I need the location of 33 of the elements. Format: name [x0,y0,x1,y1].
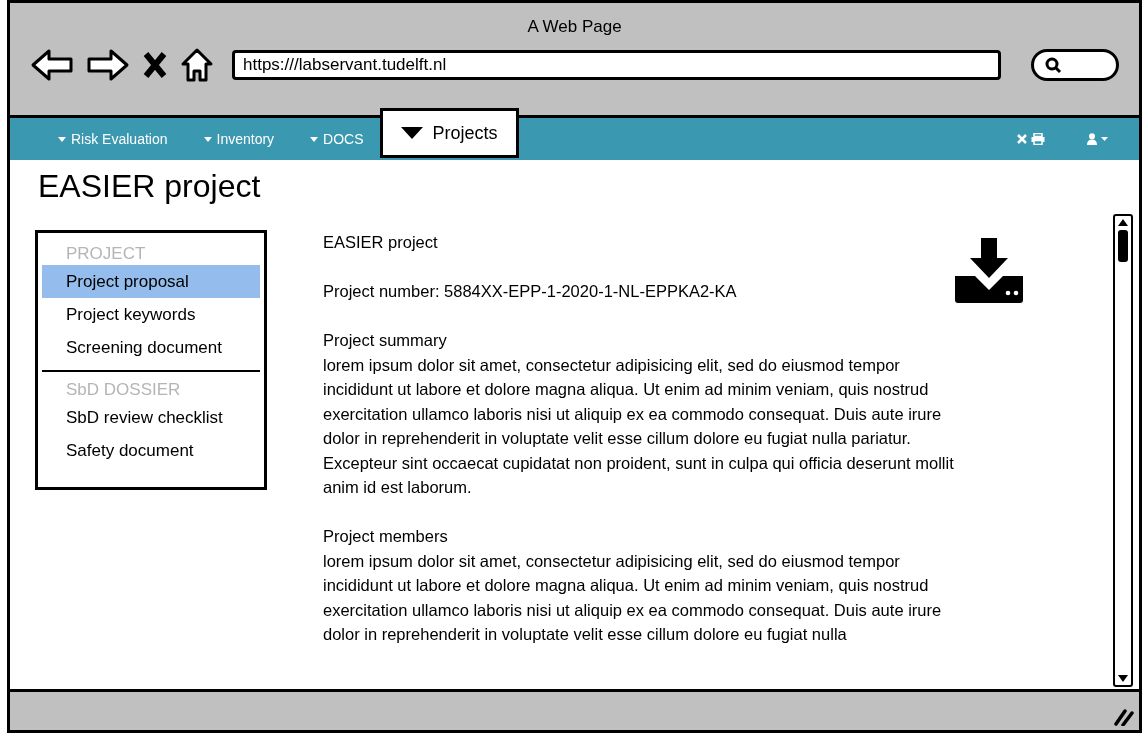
scrollbar[interactable] [1113,214,1133,687]
sidebar-item[interactable]: Screening document [42,331,260,364]
sidebar-item[interactable]: Project proposal [42,265,260,298]
nav-tab[interactable]: Projects [379,108,519,158]
sidebar-item[interactable]: Safety document [42,434,260,467]
content-heading: EASIER project [323,232,439,253]
download-icon[interactable] [953,236,1025,304]
user-menu-icon[interactable] [1087,133,1109,145]
caret-icon [400,127,423,139]
search-icon [1044,56,1062,74]
section-header: SbD DOSSIER [65,379,182,401]
caret-icon [310,136,319,142]
back-icon[interactable] [30,48,74,82]
sidebar-item[interactable]: SbD review checklist [42,401,260,434]
home-icon[interactable] [180,47,214,83]
print-icon[interactable] [1031,133,1045,145]
section-header: PROJECT [65,243,147,265]
page-title: EASIER project [37,167,262,206]
paragraph: lorem ipsum dolor sit amet, consectetur adipisicing elit, sed do eiusmod tempor incididunt ut labore et dolore magna aliqua. Ut enim ad minim veniam, quis nostrud exercitation ullamco laboris nisi ut aliquip ex ea commodo consequat. Duis aute irure dolor in reprehenderit in voluptate velit esse cillum dolore eu fugiat nulla pariatur. Excepteur sint occaecat cupidatat non proident, sunt in culpa qui officia deserunt mollit anim id est laborum. [323,354,955,498]
content-heading: Project members [323,526,449,547]
forward-icon[interactable] [86,48,130,82]
content-heading: Project number: 5884XX-EPP-1-2020-1-NL-EPPKA2-KA [323,281,738,302]
scroll-thumb[interactable] [1118,230,1128,262]
paragraph: lorem ipsum dolor sit amet, consectetur adipisicing elit, sed do eiusmod tempor incididunt ut labore et dolore magna aliqua. Ut enim ad minim veniam, quis nostrud exercitation ullamco laboris nisi ut aliquip ex ea commodo consequat. Duis aute irure dolor in reprehenderit in voluptate velit esse cillum dolore eu fugiat nulla [323,550,943,645]
sidebar-item[interactable]: Project keywords [42,298,260,331]
window-title: A Web Page [527,16,622,37]
caret-icon [58,136,66,142]
caret-icon [203,136,212,142]
search-field[interactable] [1031,49,1119,81]
close-icon[interactable] [142,51,168,79]
resize-grip-icon[interactable] [1113,706,1135,726]
address-field[interactable]: https:///labservant.tudelft.nl [232,50,1001,80]
content-heading: Project summary [323,330,448,351]
